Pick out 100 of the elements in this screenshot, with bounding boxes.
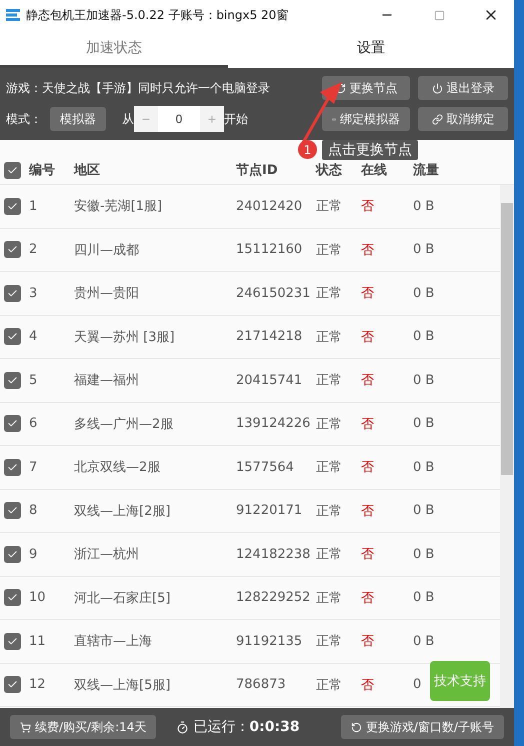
row-checkbox[interactable]	[4, 676, 21, 694]
toolbar-button[interactable]: 取消绑定	[418, 107, 508, 131]
toolbar-button[interactable]: 退出登录	[418, 76, 508, 100]
renew-button[interactable]: 续费/购买/剩余:14天	[10, 715, 156, 739]
table-cell-text: 否	[361, 633, 375, 650]
timer-icon	[176, 720, 190, 734]
switch-button[interactable]: 更换游戏/窗口数/子账号	[340, 715, 504, 739]
row-checkbox[interactable]	[4, 546, 21, 563]
app-logo-icon	[6, 9, 20, 21]
table-cell-text: 双线—上海[5服]	[74, 676, 172, 694]
check-icon	[7, 374, 18, 386]
table-cell-text: 安徽-芜湖[1服]	[74, 198, 164, 216]
table-cell-text: 否	[361, 676, 375, 694]
table-cell-text: 8	[29, 503, 38, 518]
table-cell-text: 多线—广州—2服	[74, 416, 174, 433]
toolbar-button[interactable]: 更换节点	[322, 76, 410, 100]
table-cell: 0 B	[413, 590, 434, 606]
table-cell: 0 B	[413, 198, 434, 214]
table-cell-text: 否	[361, 242, 375, 259]
row-checkbox[interactable]	[4, 241, 21, 258]
column-header: 节点ID	[236, 162, 279, 179]
table-cell-text: 四川—成都	[74, 242, 140, 259]
column-header: 在线	[361, 162, 388, 179]
row-checkbox[interactable]	[4, 415, 21, 432]
column-header: 状态	[316, 162, 343, 179]
table-cell-text: 正常	[316, 633, 343, 650]
check-icon	[7, 200, 18, 212]
row-checkbox[interactable]	[4, 328, 21, 346]
chain-icon	[432, 114, 442, 124]
table-cell-text: 否	[361, 590, 375, 607]
column-header: 流量	[413, 162, 440, 179]
tooltip: 点击更换节点	[322, 140, 418, 160]
row-checkbox[interactable]	[4, 632, 21, 650]
table-cell-text: 否	[361, 502, 375, 520]
table-cell-text: 双线—上海[2服]	[74, 502, 172, 520]
row-checkbox[interactable]	[4, 589, 21, 606]
check-icon	[7, 165, 18, 176]
scrollbar[interactable]	[500, 185, 514, 708]
table-cell-text: 北京双线—2服	[74, 459, 162, 476]
table-cell-text: 1577564	[236, 460, 295, 475]
table-cell: 0 B	[413, 634, 434, 649]
table-cell-text: 正常	[316, 328, 343, 346]
table-cell-text: 128229252	[236, 590, 312, 606]
select-all-checkbox[interactable]	[4, 162, 21, 179]
table-cell-text: 139124226	[236, 416, 312, 432]
mode-button[interactable]: 模拟器	[50, 107, 106, 131]
table-cell-text: 20415741	[236, 372, 304, 388]
check-icon	[7, 288, 18, 299]
table-cell-text: 24012420	[236, 198, 304, 214]
table-cell-text: 2	[29, 242, 38, 258]
table-cell-text: 否	[361, 285, 375, 302]
cart-icon	[20, 722, 31, 732]
table-cell-text: 124182238	[236, 546, 312, 562]
row-checkbox[interactable]	[4, 458, 21, 476]
toolbar-button[interactable]: 绑定模拟器	[322, 107, 410, 131]
table-cell-text: 正常	[316, 198, 343, 216]
table-cell: 0 B	[413, 416, 434, 432]
start-label: 开始	[224, 110, 248, 128]
table-cell: 0 B	[413, 242, 434, 258]
table-cell-text: 1	[29, 198, 38, 214]
table-cell-text: 否	[361, 546, 375, 564]
table-cell-text: 否	[361, 416, 375, 433]
table-cell: 0 B	[413, 329, 434, 344]
table-cell-text: 天翼—苏州 [3服]	[74, 328, 176, 346]
power-icon	[432, 82, 442, 94]
table-cell-text: 5	[29, 372, 38, 388]
number-stepper[interactable]: − 0 +	[134, 106, 224, 132]
table-cell-text: 正常	[316, 372, 343, 390]
table-cell: 0 B	[413, 546, 434, 562]
row-checkbox[interactable]	[4, 502, 21, 520]
table-cell-text: 15112160	[236, 242, 304, 258]
table-cell-text: 正常	[316, 590, 343, 607]
table-cell-text: 河北—石家庄[5]	[74, 590, 172, 607]
game-info: 游戏：天使之战【手游】同时只允许一个电脑登录	[6, 80, 270, 96]
table-cell-text: 贵州—贵阳	[74, 285, 140, 302]
table-cell-text: 正常	[316, 676, 343, 694]
table-cell: 0 B	[413, 372, 434, 388]
table-cell-text: 正常	[316, 459, 343, 476]
table-cell-text: 否	[361, 372, 375, 390]
runtime-text: 已运行：0:0:38	[193, 718, 300, 736]
check-icon	[7, 636, 18, 647]
table-cell-text: 9	[29, 546, 38, 562]
row-checkbox[interactable]	[4, 284, 21, 302]
table-cell-text: 正常	[316, 242, 343, 259]
from-label: 从	[122, 110, 134, 128]
row-checkbox[interactable]	[4, 372, 21, 389]
table-cell-text: 91220171	[236, 503, 304, 518]
table-cell: 0 B	[413, 460, 434, 475]
table-cell: 0 B	[413, 503, 434, 518]
table-cell: 0	[413, 677, 422, 692]
check-icon	[7, 548, 18, 560]
table-cell-text: 否	[361, 328, 375, 346]
column-header: 编号	[29, 162, 56, 179]
table-cell-text: 91192135	[236, 634, 304, 649]
mode-label: 模式：	[6, 110, 42, 128]
table-cell-text: 246150231	[236, 286, 312, 301]
row-checkbox[interactable]	[4, 198, 21, 215]
table-cell-text: 10	[29, 590, 47, 606]
table-cell-text: 21714218	[236, 329, 304, 344]
table-cell-text: 786873	[236, 677, 287, 692]
